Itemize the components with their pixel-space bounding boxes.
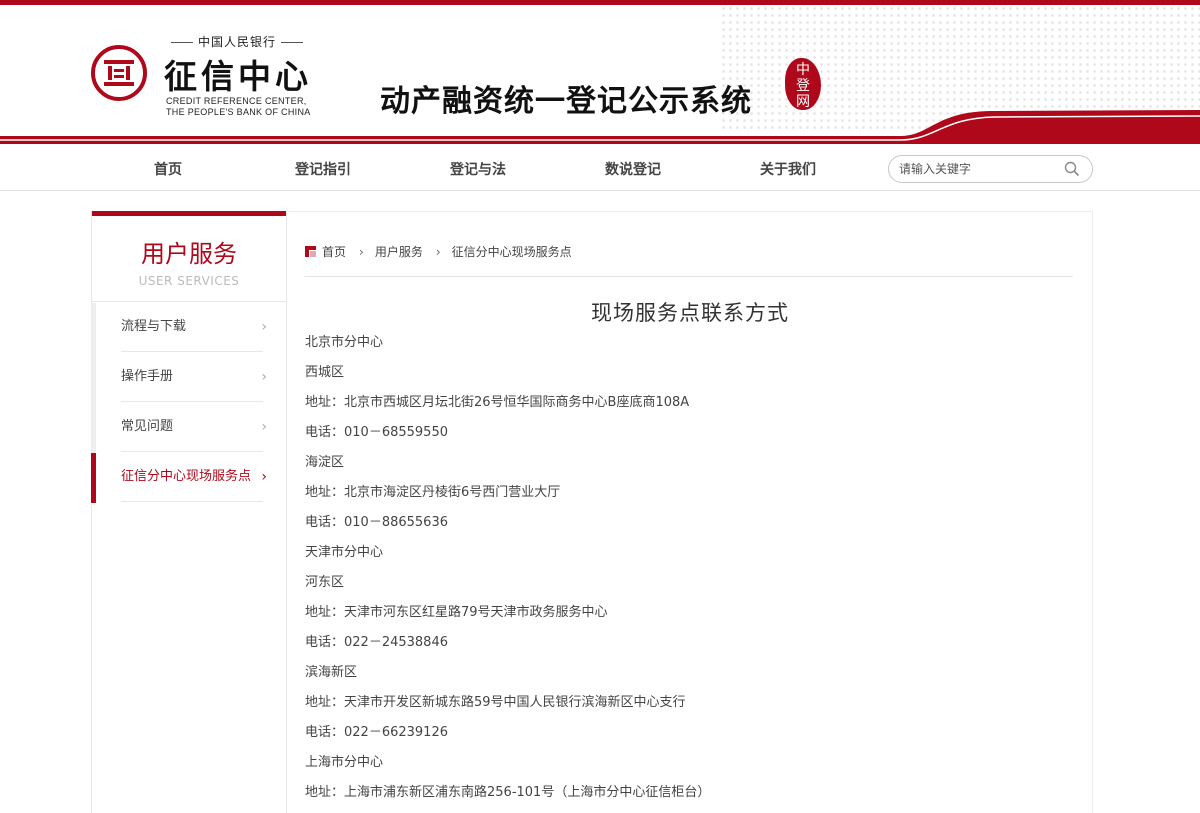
breadcrumb-separator-icon: › xyxy=(435,245,441,259)
sidebar-rail xyxy=(91,303,96,453)
logo-org-name: 中国人民银行 xyxy=(166,33,308,50)
home-square-icon xyxy=(305,246,316,257)
zhongdeng-seal-logo: 中登网 xyxy=(785,58,821,110)
content-line: 电话：022－66239126 xyxy=(305,725,448,740)
content-line: 电话：010－88655636 xyxy=(305,515,448,530)
sidebar-item-label: 操作手册 xyxy=(121,369,174,384)
main-nav: 首页 登记指引 登记与法 数说登记 关于我们 xyxy=(0,146,1200,191)
nav-item-home[interactable]: 首页 xyxy=(154,159,182,179)
chevron-right-icon: › xyxy=(261,369,267,385)
content-line: 地址：天津市河东区红星路79号天津市政务服务中心 xyxy=(305,605,608,620)
sidebar-item-process-download[interactable]: 流程与下载 › xyxy=(121,302,267,352)
content-line: 天津市分中心 xyxy=(305,545,384,560)
nav-item-statistics[interactable]: 数说登记 xyxy=(605,159,661,179)
chevron-right-icon: › xyxy=(261,469,267,485)
content-line: 河东区 xyxy=(305,575,345,590)
sidebar-menu: 流程与下载 › 操作手册 › 常见问题 › 征信分中心现场服务点 › xyxy=(92,302,286,502)
breadcrumb-user-services[interactable]: 用户服务 xyxy=(375,245,423,259)
content-line: 地址：北京市海淀区丹棱街6号西门营业大厅 xyxy=(305,485,561,500)
logo-chinese-name: 征信中心 xyxy=(164,57,312,96)
content-line: 北京市分中心 xyxy=(305,335,384,350)
chevron-right-icon: › xyxy=(261,319,267,335)
content-line: 地址：上海市浦东新区浦东南路256-101号（上海市分中心征信柜台） xyxy=(305,785,711,800)
sidebar-item-label: 常见问题 xyxy=(121,419,174,434)
page-title: 现场服务点联系方式 xyxy=(591,301,789,325)
content-line: 电话：022－24538846 xyxy=(305,635,448,650)
content-line: 西城区 xyxy=(305,365,345,380)
sidebar-item-service-points[interactable]: 征信分中心现场服务点 › xyxy=(121,452,267,502)
contact-list: 北京市分中心 西城区 地址：北京市西城区月坛北街26号恒华国际商务中心B座底商1… xyxy=(305,328,1065,808)
content-line: 电话：010－68559550 xyxy=(305,425,448,440)
breadcrumb: 首页 › 用户服务 › 征信分中心现场服务点 xyxy=(305,243,1073,277)
logo-english-line2: THE PEOPLE'S BANK OF CHINA xyxy=(166,107,311,117)
sidebar: 用户服务 USER SERVICES 流程与下载 › 操作手册 › 常见问题 ›… xyxy=(91,211,287,813)
content-line: 海淀区 xyxy=(305,455,345,470)
content-line: 地址：天津市开发区新城东路59号中国人民银行滨海新区中心支行 xyxy=(305,695,686,710)
site-header: 中国人民银行 征信中心 CREDIT REFERENCE CENTER, THE… xyxy=(0,0,1200,146)
sidebar-item-manual[interactable]: 操作手册 › xyxy=(121,352,267,402)
search-input[interactable] xyxy=(899,160,1059,178)
search-icon[interactable] xyxy=(1064,161,1080,177)
breadcrumb-current: 征信分中心现场服务点 xyxy=(451,245,572,259)
breadcrumb-home[interactable]: 首页 xyxy=(322,245,346,259)
content-line: 上海市分中心 xyxy=(305,755,384,770)
sidebar-subtitle: USER SERVICES xyxy=(138,274,240,288)
nav-item-guide[interactable]: 登记指引 xyxy=(295,159,351,179)
nav-item-about[interactable]: 关于我们 xyxy=(760,159,816,179)
sidebar-item-label: 流程与下载 xyxy=(121,319,187,334)
chevron-right-icon: › xyxy=(261,419,267,435)
sidebar-active-marker xyxy=(91,453,96,503)
sidebar-title: 用户服务 xyxy=(141,240,237,268)
content-line: 滨海新区 xyxy=(305,665,358,680)
breadcrumb-separator-icon: › xyxy=(359,245,364,259)
content-line: 地址：北京市西城区月坛北街26号恒华国际商务中心B座底商108A xyxy=(305,395,690,410)
system-title: 动产融资统一登记公示系统 xyxy=(380,84,752,119)
credit-center-logo-icon xyxy=(91,45,147,101)
main-content: 首页 › 用户服务 › 征信分中心现场服务点 现场服务点联系方式 北京市分中心 西城区 … xyxy=(287,211,1093,813)
nav-item-law[interactable]: 登记与法 xyxy=(450,159,506,179)
sidebar-item-faq[interactable]: 常见问题 › xyxy=(121,402,267,452)
sidebar-item-label: 征信分中心现场服务点 xyxy=(121,469,252,484)
logo-english-line1: CREDIT REFERENCE CENTER, xyxy=(166,96,307,106)
search-box xyxy=(888,155,1093,183)
sidebar-header: 用户服务 USER SERVICES xyxy=(92,211,286,302)
